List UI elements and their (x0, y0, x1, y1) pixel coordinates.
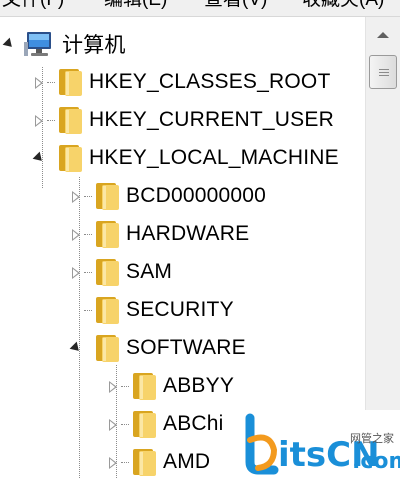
tree-node-label: SOFTWARE (126, 336, 246, 359)
menu-view[interactable]: 查看(V) (204, 0, 267, 11)
watermark-logo: itsCN 网管之家 .com (244, 410, 400, 478)
expand-arrow-icon[interactable] (106, 379, 120, 393)
tree-node-sam[interactable]: SAM (69, 253, 172, 291)
up-arrow-icon (377, 32, 389, 38)
tree-node-bcd00000000[interactable]: BCD00000000 (69, 177, 266, 215)
folder-icon (96, 259, 119, 286)
expand-arrow-icon[interactable] (32, 75, 46, 89)
tree-node-label: AMD (163, 450, 211, 473)
scroll-thumb[interactable] (369, 55, 397, 89)
logo-suffix-text: .com (352, 449, 400, 474)
folder-icon (96, 297, 119, 324)
scroll-up-button[interactable] (369, 21, 397, 49)
open-folder-icon (96, 335, 119, 362)
expand-arrow-icon[interactable] (32, 113, 46, 127)
tree-connector (47, 81, 55, 83)
tree-node-hardware[interactable]: HARDWARE (69, 215, 249, 253)
tree-connector (84, 233, 92, 235)
tree-node-label: HARDWARE (126, 222, 250, 245)
tree-node-amd[interactable]: AMD (106, 443, 210, 478)
tree-node-abbyy[interactable]: ABBYY (106, 367, 234, 405)
tree-node-label: HKEY_LOCAL_MACHINE (89, 146, 339, 169)
tree-node-computer[interactable]: 计算机 (2, 25, 126, 63)
tree-node-security[interactable]: SECURITY (69, 291, 234, 329)
tree-node-label: SECURITY (126, 298, 234, 321)
tree-node-hkey-classes-root[interactable]: HKEY_CLASSES_ROOT (32, 63, 331, 101)
expand-arrow-icon[interactable] (69, 227, 83, 241)
expand-arrow-icon[interactable] (69, 265, 83, 279)
tree-node-label: SAM (126, 260, 173, 283)
tree-node-software[interactable]: SOFTWARE (69, 329, 246, 367)
registry-tree: 计算机 HKEY_CLASSES_ROOT HKEY_CURRENT_USER (0, 17, 365, 478)
tree-connector (84, 271, 92, 273)
folder-icon (59, 107, 82, 134)
menu-bar: 文件(F) 编辑(E) 查看(V) 收藏夹(A) (0, 0, 400, 17)
tree-node-label: ABBYY (163, 374, 235, 397)
menu-favorites[interactable]: 收藏夹(A) (302, 0, 384, 11)
tree-node-hkey-local-machine[interactable]: HKEY_LOCAL_MACHINE (32, 139, 339, 177)
expand-arrow-icon[interactable] (106, 417, 120, 431)
tree-connector (121, 461, 129, 463)
menu-file[interactable]: 文件(F) (2, 0, 64, 11)
itscn-logo: itsCN 网管之家 .com (245, 413, 400, 475)
open-folder-icon (59, 145, 82, 172)
collapse-arrow-icon[interactable] (2, 37, 16, 51)
folder-icon (59, 69, 82, 96)
folder-icon (96, 183, 119, 210)
tree-connector (47, 119, 55, 121)
collapse-arrow-icon[interactable] (32, 151, 46, 165)
menu-edit[interactable]: 编辑(E) (104, 0, 167, 11)
tree-connector (121, 423, 129, 425)
tree-node-label: HKEY_CURRENT_USER (89, 108, 334, 131)
computer-icon (24, 32, 51, 56)
expand-arrow-icon[interactable] (106, 455, 120, 469)
folder-icon (133, 373, 156, 400)
vertical-scrollbar[interactable] (365, 17, 400, 412)
tree-connector (121, 385, 129, 387)
folder-icon (133, 449, 156, 476)
tree-node-label: 计算机 (62, 34, 126, 57)
logo-site-text: 网管之家 (350, 431, 394, 445)
tree-node-label: BCD00000000 (126, 184, 266, 207)
tree-connector (84, 195, 92, 197)
tree-node-label: HKEY_CLASSES_ROOT (89, 70, 331, 93)
expand-arrow-icon[interactable] (69, 189, 83, 203)
collapse-arrow-icon[interactable] (69, 341, 83, 355)
tree-node-abchina[interactable]: ABChi (106, 405, 224, 443)
folder-icon (96, 221, 119, 248)
tree-connector (84, 309, 92, 311)
folder-icon (133, 411, 156, 438)
tree-node-hkey-current-user[interactable]: HKEY_CURRENT_USER (32, 101, 334, 139)
tree-node-label: ABChi (163, 412, 224, 435)
